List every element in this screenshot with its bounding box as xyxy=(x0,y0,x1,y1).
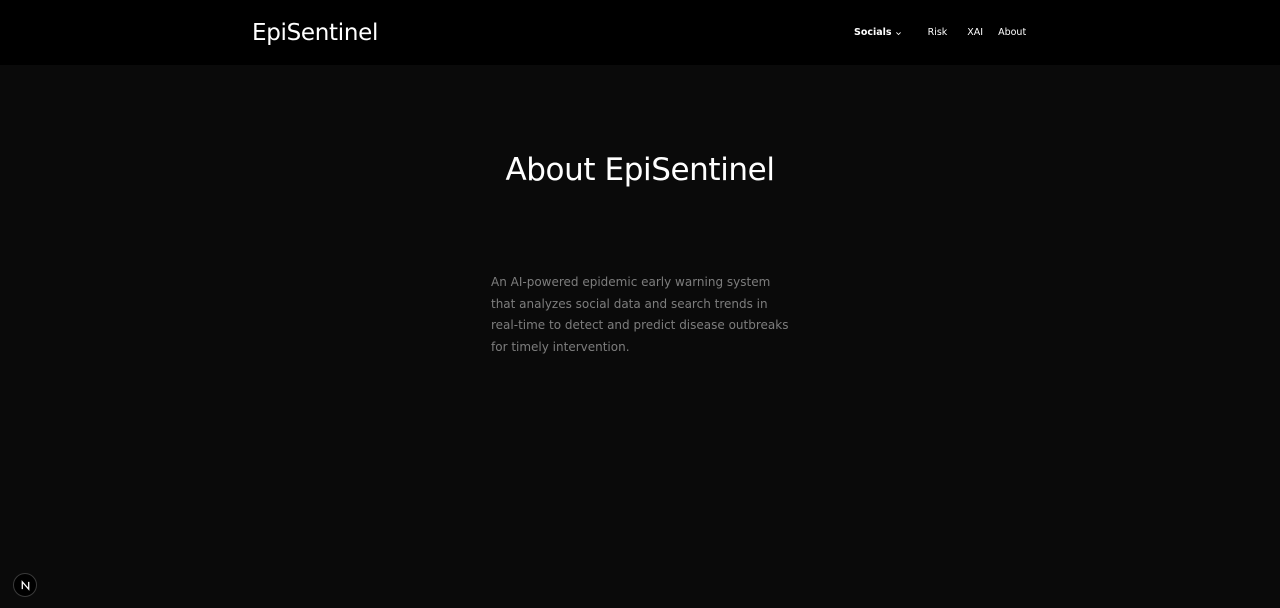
chevron-down-icon xyxy=(895,31,901,35)
nav-link-about[interactable]: About xyxy=(998,26,1026,40)
page-description: An AI-powered epidemic early warning sys… xyxy=(491,275,789,355)
nav-socials-label: Socials xyxy=(854,27,892,38)
nav-socials-dropdown[interactable]: Socials xyxy=(854,26,902,40)
top-navigation-bar: EpiSentinel Socials Risk XAI About xyxy=(0,0,1280,65)
page-title: About EpiSentinel xyxy=(505,152,775,188)
brand-logo-link[interactable]: EpiSentinel xyxy=(252,18,378,48)
main-nav: Socials Risk XAI About xyxy=(854,25,1026,41)
nav-link-xai[interactable]: XAI xyxy=(967,26,983,40)
nav-link-risk[interactable]: Risk xyxy=(928,26,948,40)
nextjs-logo-icon xyxy=(21,579,29,591)
nextjs-dev-indicator-button[interactable] xyxy=(13,573,37,597)
